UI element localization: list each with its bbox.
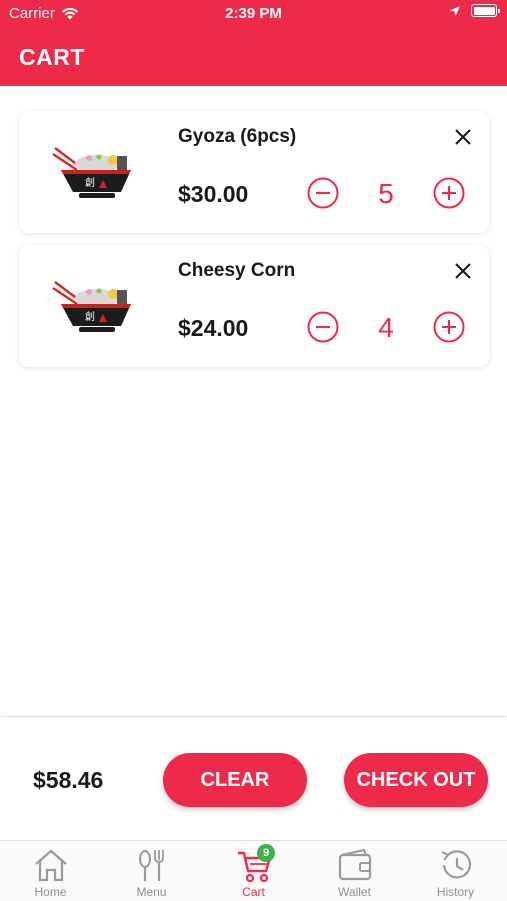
tab-label: Wallet bbox=[338, 885, 371, 899]
tab-label: Menu bbox=[136, 885, 167, 899]
remove-item-icon[interactable] bbox=[453, 127, 473, 147]
tab-home[interactable]: Home bbox=[0, 841, 101, 901]
item-price: $24.00 bbox=[178, 315, 249, 341]
status-bar: Carrier 2:39 PM bbox=[0, 0, 507, 28]
increase-quantity-icon[interactable] bbox=[433, 177, 465, 209]
wallet-icon bbox=[338, 848, 372, 881]
svg-text:創: 創 bbox=[85, 177, 95, 189]
cart-count-badge: 9 bbox=[257, 844, 275, 862]
app-header: CART bbox=[0, 28, 507, 86]
item-price: $30.00 bbox=[178, 181, 249, 207]
item-name: Cheesy Corn bbox=[178, 260, 296, 281]
tab-wallet[interactable]: Wallet bbox=[304, 841, 405, 901]
location-arrow-icon bbox=[450, 5, 460, 16]
checkout-button[interactable]: CHECK OUT bbox=[344, 753, 488, 807]
history-icon bbox=[441, 850, 472, 879]
battery-icon bbox=[471, 4, 500, 17]
ramen-bowl-icon: 創 bbox=[52, 281, 131, 332]
cart-item: 創 Gyoza (6pcs) $30.00 5 bbox=[19, 111, 489, 233]
svg-text:創: 創 bbox=[85, 311, 95, 323]
tab-cart[interactable]: Cart bbox=[203, 841, 304, 901]
decrease-quantity-icon[interactable] bbox=[307, 177, 339, 209]
item-quantity: 5 bbox=[378, 178, 394, 209]
remove-item-icon[interactable] bbox=[453, 261, 473, 281]
tab-label: History bbox=[436, 885, 475, 899]
tab-history[interactable]: History bbox=[405, 841, 506, 901]
cart-summary-bar: $58.46 CLEAR CHECK OUT bbox=[0, 716, 507, 840]
status-right bbox=[449, 4, 500, 17]
item-name: Gyoza (6pcs) bbox=[178, 126, 297, 147]
tab-label: Home bbox=[34, 885, 67, 899]
cart-total: $58.46 bbox=[33, 767, 104, 793]
page-title: CART bbox=[19, 44, 85, 70]
decrease-quantity-icon[interactable] bbox=[307, 311, 339, 343]
home-icon bbox=[35, 849, 67, 882]
tab-label: Cart bbox=[242, 885, 265, 899]
cart-item: 創 Cheesy Corn $24.00 4 bbox=[19, 245, 489, 367]
tab-menu[interactable]: Menu bbox=[101, 841, 202, 901]
item-quantity: 4 bbox=[378, 312, 394, 343]
increase-quantity-icon[interactable] bbox=[433, 311, 465, 343]
ramen-bowl-icon: 創 bbox=[52, 147, 131, 198]
clear-button[interactable]: CLEAR bbox=[163, 753, 307, 807]
tab-bar: Home Menu Cart Wallet History bbox=[0, 840, 507, 900]
status-time: 2:39 PM bbox=[225, 5, 282, 22]
fork-knife-icon bbox=[139, 850, 164, 881]
